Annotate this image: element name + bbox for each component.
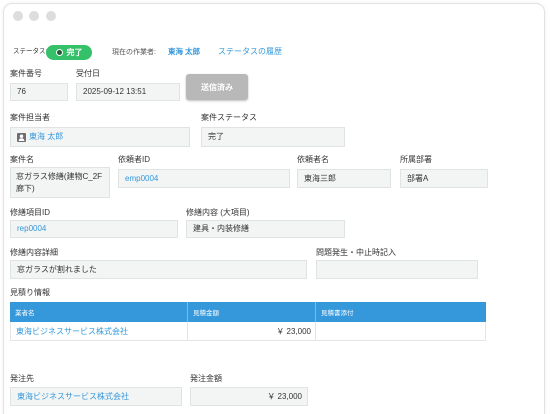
status-label: ステータス: — [13, 48, 48, 55]
case-name-value: 窓ガラス修繕(建物C_2F廊下) — [16, 171, 103, 193]
dot-icon — [55, 49, 63, 56]
status-badge-text: 完了 — [66, 48, 83, 57]
order-vendor-field: 東海ビジネスサービス株式会社 — [10, 387, 182, 406]
column-header-vendor: 業者名 — [10, 302, 188, 322]
case-owner-link[interactable]: 東海 太郎 — [29, 132, 63, 142]
case-owner-field: 東海 太郎 — [10, 127, 190, 147]
column-header-amount: 見積金額 — [188, 302, 316, 322]
repair-category-field: 建具・内装修繕 — [186, 220, 345, 238]
repair-item-id-link[interactable]: rep0004 — [17, 224, 46, 234]
issue-note-field — [316, 260, 478, 279]
received-date-field: 2025-09-12 13:51 — [76, 83, 180, 101]
case-name-field: 窓ガラス修繕(建物C_2F廊下) — [10, 167, 110, 198]
record-detail: ステータス: 完了 現在の作業者: 東海 太郎 ステータスの履歴 案件番号 76… — [0, 0, 550, 414]
attachment-cell — [316, 322, 486, 341]
requester-id-field: emp0004 — [118, 169, 290, 188]
assignee-label: 現在の作業者: — [112, 49, 156, 56]
estimate-table: 業者名 見積金額 見積書添付 東海ビジネスサービス株式会社 ￥ 23,000 — [10, 302, 486, 341]
case-number-label: 案件番号 — [10, 69, 42, 78]
case-status-field: 完了 — [201, 127, 345, 147]
vendor-cell: 東海ビジネスサービス株式会社 — [10, 322, 188, 341]
status-badge: 完了 — [46, 45, 92, 60]
estimate-section-title: 見積り情報 — [10, 288, 50, 297]
repair-item-id-field: rep0004 — [10, 220, 178, 238]
status-history-link[interactable]: ステータスの履歴 — [218, 47, 282, 57]
column-header-attachment: 見積書添付 — [316, 302, 486, 322]
order-vendor-label: 発注先 — [10, 374, 34, 383]
estimate-table-header: 業者名 見積金額 見積書添付 — [10, 302, 486, 322]
case-owner-label: 案件担当者 — [10, 113, 50, 122]
issue-note-label: 問題発生・中止時記入 — [316, 248, 396, 257]
requester-id-label: 依頼者ID — [118, 155, 150, 164]
vendor-link[interactable]: 東海ビジネスサービス株式会社 — [16, 326, 128, 337]
table-row: 東海ビジネスサービス株式会社 ￥ 23,000 — [10, 322, 486, 341]
case-name-label: 案件名 — [10, 155, 34, 164]
case-status-label: 案件ステータス — [201, 113, 257, 122]
assignee-name-link[interactable]: 東海 太郎 — [168, 47, 200, 57]
requester-id-link[interactable]: emp0004 — [125, 174, 158, 184]
order-amount-field: ￥ 23,000 — [190, 387, 308, 406]
user-icon — [17, 132, 26, 142]
repair-item-id-label: 修繕項目ID — [10, 208, 50, 217]
case-number-field: 76 — [10, 83, 68, 101]
repair-category-label: 修繕内容 (大項目) — [186, 208, 250, 217]
repair-detail-label: 修繕内容詳細 — [10, 248, 58, 257]
department-label: 所属部署 — [400, 155, 432, 164]
requester-name-label: 依頼者名 — [297, 155, 329, 164]
department-field: 部署A — [400, 169, 488, 188]
received-date-label: 受付日 — [76, 69, 100, 78]
requester-name-field: 東海三郎 — [297, 169, 391, 188]
sent-button[interactable]: 送信済み — [186, 74, 248, 100]
amount-cell: ￥ 23,000 — [188, 322, 316, 341]
order-amount-label: 発注金額 — [190, 374, 222, 383]
order-vendor-link[interactable]: 東海ビジネスサービス株式会社 — [17, 392, 129, 402]
repair-detail-field: 窓ガラスが割れました — [10, 260, 307, 279]
